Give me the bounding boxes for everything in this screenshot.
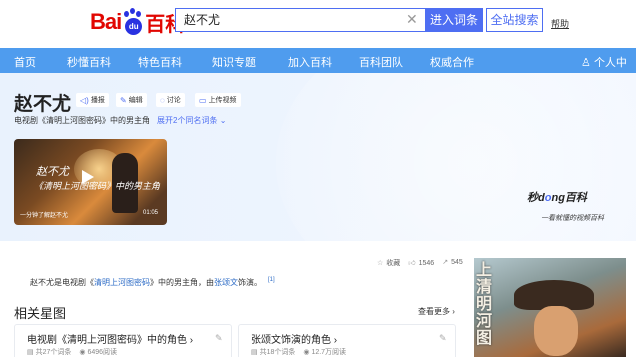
video-footer: 一分钟了解赵不尤 bbox=[20, 213, 69, 219]
share-button[interactable]: ↗ 545 bbox=[442, 258, 463, 268]
chevron-right-icon: › bbox=[333, 335, 338, 346]
share-icon: ↗ bbox=[442, 259, 449, 266]
nav-item-home[interactable]: 首页 bbox=[14, 54, 36, 70]
related-card-title: 张颂文饰演的角色 › bbox=[251, 335, 338, 346]
upload-video-icon: ▭ bbox=[199, 95, 207, 105]
see-more-link[interactable]: 查看更多 › bbox=[418, 306, 455, 317]
enter-entry-button[interactable]: 进入词条 bbox=[425, 8, 483, 32]
reads-count: ◉ 6496阅读 bbox=[79, 349, 118, 356]
broadcast-icon: ◁) bbox=[80, 95, 89, 105]
broadcast-label: 播报 bbox=[90, 97, 105, 104]
edit-icon: ✎ bbox=[120, 95, 127, 105]
reference-link[interactable]: [1] bbox=[268, 277, 275, 283]
edit-label: 编辑 bbox=[128, 97, 143, 104]
discuss-button[interactable]: ◌ 讨论 bbox=[156, 93, 185, 107]
entry-stats: ☆ 收藏 👍︎ 1546 ↗ 545 bbox=[377, 258, 463, 268]
upload-video-button[interactable]: ▭ 上传视频 bbox=[195, 93, 241, 107]
star-icon: ☆ bbox=[377, 260, 384, 267]
nav-item-miaodong[interactable]: 秒懂百科 bbox=[67, 54, 111, 70]
collect-label: 收藏 bbox=[386, 260, 401, 267]
site-search-button[interactable]: 全站搜索 bbox=[486, 8, 543, 32]
related-card[interactable]: 张颂文饰演的角色 › ✎ ▤ 共18个词条 ◉ 12.7万阅读 bbox=[238, 324, 456, 357]
brand-slogan: 一看就懂的视频百科 bbox=[541, 215, 604, 222]
entry-summary: 赵不尤是电视剧《清明上河图密码》中的男主角，由张颂文饰演。 [1] bbox=[30, 277, 275, 288]
related-card-title: 电视剧《清明上河图密码》中的角色 › bbox=[27, 335, 194, 346]
edit-icon[interactable]: ✎ bbox=[215, 333, 223, 344]
entry-hero: 赵不尤 ◁) 播报 ✎ 编辑 ◌ 讨论 ▭ 上传视频 电视剧《清明上河图密码》中的男主角… bbox=[0, 73, 636, 241]
video-duration: 01:05 bbox=[143, 210, 159, 216]
close-icon[interactable]: ✕ bbox=[406, 12, 418, 26]
chevron-down-icon: ⌄ bbox=[219, 116, 227, 125]
nav-item-featured[interactable]: 特色百科 bbox=[138, 54, 182, 70]
nav-item-team[interactable]: 百科团队 bbox=[359, 54, 403, 70]
like-button[interactable]: 👍︎ 1546 bbox=[408, 258, 434, 268]
reads-count: ◉ 12.7万阅读 bbox=[303, 349, 347, 356]
discuss-label: 讨论 bbox=[166, 97, 181, 104]
entries-count: ▤ 共18个词条 bbox=[251, 349, 296, 356]
upload-video-label: 上传视频 bbox=[208, 97, 237, 104]
nav-item-partners[interactable]: 权威合作 bbox=[430, 54, 474, 70]
expand-homonyms-label: 展开2个同名词条 bbox=[157, 116, 218, 125]
nav-item-join[interactable]: 加入百科 bbox=[288, 54, 332, 70]
video-player[interactable]: 赵不尤 《清明上河图密码》中的男主角 一分钟了解赵不尤 01:05 bbox=[14, 139, 167, 225]
paw-icon: du bbox=[122, 8, 144, 36]
doc-icon: ▤ bbox=[27, 349, 34, 356]
main-nav: 首页 秒懂百科 特色百科 知识专题 加入百科 百科团队 权威合作 ♙ 个人中心 bbox=[0, 48, 636, 85]
logo-bai-text: Bai bbox=[90, 9, 122, 34]
related-card[interactable]: 电视剧《清明上河图密码》中的角色 › ✎ ▤ 共27个词条 ◉ 6496阅读 bbox=[14, 324, 232, 357]
help-link[interactable]: 帮助 bbox=[551, 17, 569, 30]
related-section-title: 相关星图 bbox=[14, 306, 67, 321]
page-title: 赵不尤 bbox=[14, 94, 72, 115]
drama-link[interactable]: 清明上河图密码 bbox=[94, 278, 150, 287]
baidu-baike-logo[interactable]: Bai du 百科 bbox=[90, 4, 185, 40]
doc-icon: ▤ bbox=[251, 349, 258, 356]
comment-icon: ◌ bbox=[160, 95, 165, 105]
poster-title-text: 上清明河图 bbox=[476, 262, 493, 347]
video-caption: 《清明上河图密码》中的男主角 bbox=[34, 181, 161, 191]
entry-subtitle: 电视剧《清明上河图密码》中的男主角 bbox=[14, 116, 150, 125]
play-icon[interactable] bbox=[82, 170, 94, 184]
see-more-label: 查看更多 bbox=[418, 307, 450, 316]
eye-icon: ◉ bbox=[79, 349, 86, 356]
miaodong-baike-logo: 秒dong百科 bbox=[527, 192, 587, 204]
summary-middle: 》中的男主角，由 bbox=[150, 278, 214, 287]
edit-icon[interactable]: ✎ bbox=[439, 333, 447, 344]
summary-prefix: 赵不尤是电视剧《 bbox=[30, 278, 94, 287]
chevron-right-icon: › bbox=[189, 335, 194, 346]
actor-link[interactable]: 张颂文 bbox=[214, 278, 238, 287]
share-count: 545 bbox=[451, 259, 463, 266]
entries-count: ▤ 共27个词条 bbox=[27, 349, 72, 356]
chevron-right-icon: › bbox=[452, 307, 455, 316]
broadcast-button[interactable]: ◁) 播报 bbox=[76, 93, 109, 107]
like-count: 1546 bbox=[418, 260, 435, 267]
thumbs-up-icon: 👍︎ bbox=[408, 260, 416, 267]
expand-homonyms-link[interactable]: 展开2个同名词条 ⌄ bbox=[157, 115, 226, 126]
eye-icon: ◉ bbox=[303, 349, 310, 356]
nav-item-topics[interactable]: 知识专题 bbox=[212, 54, 256, 70]
user-icon: ♙ bbox=[581, 57, 591, 69]
header: Bai du 百科 赵不尤 ✕ 进入词条 全站搜索 帮助 bbox=[0, 0, 636, 48]
related-card-meta: ▤ 共27个词条 ◉ 6496阅读 bbox=[27, 347, 117, 357]
video-name: 赵不尤 bbox=[36, 166, 69, 178]
collect-button[interactable]: ☆ 收藏 bbox=[377, 258, 400, 268]
summary-suffix: 饰演。 bbox=[238, 278, 262, 287]
related-card-meta: ▤ 共18个词条 ◉ 12.7万阅读 bbox=[251, 347, 346, 357]
search-input[interactable]: 赵不尤 bbox=[175, 8, 425, 32]
edit-button[interactable]: ✎ 编辑 bbox=[116, 93, 147, 107]
drama-poster-image[interactable]: 上清明河图 bbox=[474, 258, 626, 357]
